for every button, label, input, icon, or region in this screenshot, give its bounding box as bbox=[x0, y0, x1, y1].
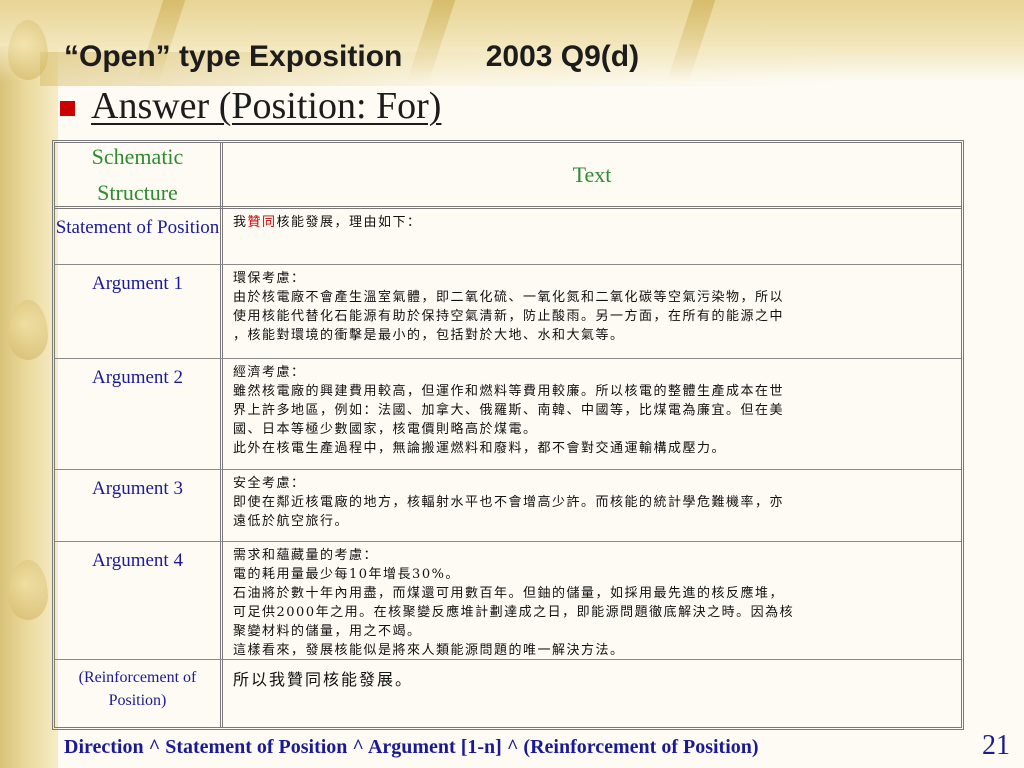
text-line: 界上許多地區，例如：法國、加拿大、俄羅斯、南韓、中國等，比煤電為廉宜。但在美 bbox=[233, 403, 785, 418]
text-line: ，核能對環境的衝擊是最小的，包括對於大地、水和大氣等。 bbox=[233, 328, 625, 343]
structure-table: Schematic Structure Text Statement of Po… bbox=[52, 140, 964, 730]
text-line: 國、日本等極少數國家，核電價則略高於煤電。 bbox=[233, 422, 538, 437]
slide-subtitle: Answer (Position: For) bbox=[91, 85, 442, 127]
text-line: 這樣看來，發展核能似是將來人類能源問題的唯一解決方法。 bbox=[233, 643, 625, 658]
table-row-argument-3: Argument 3 安全考慮： 即使在鄰近核電廠的地方，核輻射水平也不會增高少… bbox=[55, 470, 961, 542]
text-line: 安全考慮： bbox=[233, 476, 306, 491]
row-label: Argument 4 bbox=[92, 550, 183, 571]
slide-title: “Open” type Exposition 2003 Q9(d) bbox=[64, 40, 640, 73]
text-line: 可足供2000年之用。在核聚變反應堆計劃達成之日，即能源問題徹底解決之時。因為核 bbox=[233, 605, 795, 620]
row-label: Argument 2 bbox=[92, 367, 183, 388]
text-line: 經濟考慮： bbox=[233, 365, 306, 380]
table-row-reinforcement: (Reinforcement of Position) 所以我贊同核能發展。 bbox=[55, 660, 961, 724]
text-line: 聚變材料的儲量，用之不竭。 bbox=[233, 624, 422, 639]
table-row-argument-2: Argument 2 經濟考慮： 雖然核電廠的興建費用較高，但運作和燃料等費用較… bbox=[55, 359, 961, 470]
row-text: 所以我贊同核能發展。 bbox=[233, 660, 953, 689]
table-header-row: Schematic Structure Text bbox=[55, 143, 961, 209]
text-line: 雖然核電廠的興建費用較高，但運作和燃料等費用較廉。所以核電的整體生產成本在世 bbox=[233, 384, 785, 399]
row-text: 環保考慮： 由於核電廠不會產生溫室氣體，即二氧化硫、一氧化氮和二氧化碳等空氣污染… bbox=[233, 265, 953, 345]
table-row-argument-4: Argument 4 需求和蘊藏量的考慮： 電的耗用量最少每10年增長30%。 … bbox=[55, 542, 961, 660]
row-text: 經濟考慮： 雖然核電廠的興建費用較高，但運作和燃料等費用較廉。所以核電的整體生產… bbox=[233, 359, 953, 458]
text-fragment: 核能發展，理由如下： bbox=[276, 215, 422, 230]
slide-footer: Direction ^ Statement of Position ^ Argu… bbox=[64, 736, 759, 758]
subtitle-row: Answer (Position: For) bbox=[60, 84, 441, 128]
row-text: 我贊同核能發展，理由如下： bbox=[233, 209, 953, 232]
row-label: Argument 1 bbox=[92, 273, 183, 294]
text-line: 此外在核電生產過程中，無論搬運燃料和廢料，都不會對交通運輸構成壓力。 bbox=[233, 441, 727, 456]
header-schematic-structure: Schematic Structure bbox=[91, 143, 184, 205]
page-number: 21 bbox=[982, 730, 1010, 761]
row-label: (Reinforcement of Position) bbox=[78, 669, 197, 709]
background-left-band bbox=[0, 0, 58, 768]
text-line: 由於核電廠不會產生溫室氣體，即二氧化硫、一氧化氮和二氧化碳等空氣污染物，所以 bbox=[233, 290, 785, 305]
row-text: 安全考慮： 即使在鄰近核電廠的地方，核輻射水平也不會增高少許。而核能的統計學危難… bbox=[233, 470, 953, 531]
header-text: Text bbox=[572, 161, 612, 187]
highlighted-text: 贊同 bbox=[247, 215, 277, 230]
text-line: 遠低於航空旅行。 bbox=[233, 514, 350, 529]
row-label: Argument 3 bbox=[92, 478, 183, 499]
row-label: Statement of Position bbox=[55, 217, 220, 238]
text-line: 所以我贊同核能發展。 bbox=[233, 670, 414, 689]
text-line: 使用核能代替化石能源有助於保持空氣清新，防止酸雨。另一方面，在所有的能源之中 bbox=[233, 309, 785, 324]
text-line: 即使在鄰近核電廠的地方，核輻射水平也不會增高少許。而核能的統計學危難機率，亦 bbox=[233, 495, 785, 510]
text-line: 石油將於數十年內用盡，而煤還可用數百年。但鈾的儲量，如採用最先進的核反應堆， bbox=[233, 586, 785, 601]
table-body: Statement of Position 我贊同核能發展，理由如下： Argu… bbox=[55, 209, 961, 724]
square-bullet-icon bbox=[60, 100, 75, 116]
table-row-statement: Statement of Position 我贊同核能發展，理由如下： bbox=[55, 209, 961, 265]
row-text: 需求和蘊藏量的考慮： 電的耗用量最少每10年增長30%。 石油將於數十年內用盡，… bbox=[233, 542, 953, 660]
text-line: 需求和蘊藏量的考慮： bbox=[233, 548, 379, 563]
table-row-argument-1: Argument 1 環保考慮： 由於核電廠不會產生溫室氣體，即二氧化硫、一氧化… bbox=[55, 265, 961, 359]
text-line: 環保考慮： bbox=[233, 271, 306, 286]
text-fragment: 我 bbox=[233, 215, 248, 230]
text-line: 電的耗用量最少每10年增長30%。 bbox=[233, 567, 460, 582]
